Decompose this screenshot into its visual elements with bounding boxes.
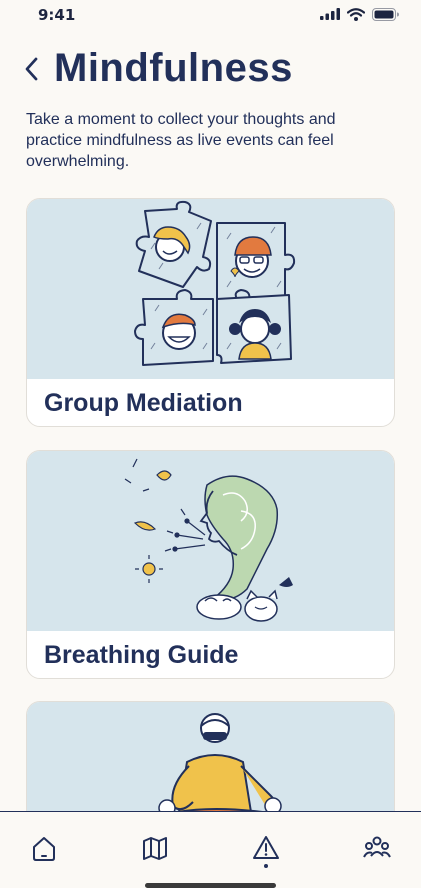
nav-alerts-button[interactable] [252,834,280,868]
card-meditation[interactable] [26,701,395,811]
card-list: Group Mediation Breathing Guide [0,0,421,811]
bottom-navigation [0,811,421,888]
card-group-mediation[interactable]: Group Mediation [26,198,395,427]
card-breathing-guide[interactable]: Breathing Guide [26,450,395,679]
nav-home-button[interactable] [30,834,58,862]
nav-community-button[interactable] [363,834,391,862]
nav-map-button[interactable] [141,834,169,862]
breathing-guide-illustration [27,451,394,631]
community-icon [363,836,391,858]
alert-icon [253,836,279,859]
card-title: Breathing Guide [44,641,239,669]
group-mediation-illustration [27,199,394,379]
meditation-illustration [27,702,394,811]
map-icon [143,837,167,860]
home-indicator[interactable] [145,883,276,888]
home-icon [33,837,55,861]
card-title: Group Mediation [44,389,243,417]
active-indicator-dot [264,864,268,868]
